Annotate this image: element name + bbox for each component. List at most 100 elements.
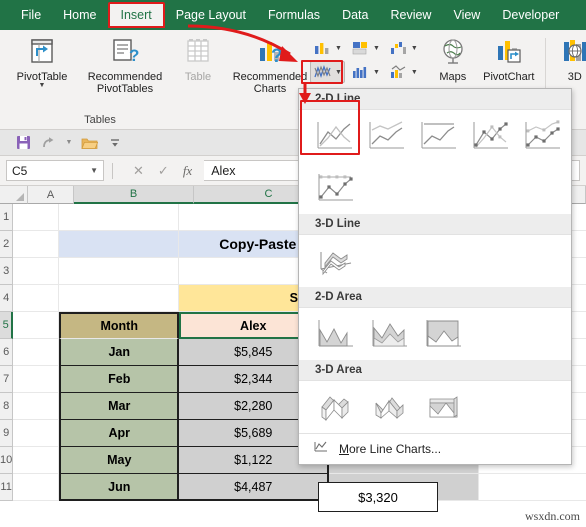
cell-a6[interactable] [13, 339, 60, 366]
line-with-markers-option[interactable] [467, 116, 513, 156]
month-cell-jun[interactable]: Jun [59, 474, 180, 501]
cancel-icon[interactable]: ✕ [133, 163, 144, 179]
cell-a4[interactable] [13, 285, 60, 312]
ribbon-tab-formulas[interactable]: Formulas [257, 0, 331, 30]
name-box[interactable]: C5 ▼ [6, 160, 104, 181]
row-header-10[interactable]: 10 [0, 447, 14, 474]
table-label: Table [184, 71, 212, 83]
3d-line-option[interactable] [311, 241, 359, 281]
month-cell-apr[interactable]: Apr [59, 420, 180, 447]
ribbon-tab-data[interactable]: Data [331, 0, 379, 30]
ribbon-tab-page-layout[interactable]: Page Layout [165, 0, 257, 30]
stacked-line-option[interactable] [363, 116, 409, 156]
ribbon-tab-home[interactable]: Home [52, 0, 107, 30]
stacked-area-option[interactable] [365, 314, 413, 354]
maps-button[interactable]: Maps [430, 34, 476, 83]
column-chart-caret-icon[interactable]: ▼ [335, 45, 342, 52]
hierarchy-chart-caret-icon[interactable]: ▼ [373, 45, 380, 52]
100-stacked-area-option[interactable] [419, 314, 467, 354]
row-header-3[interactable]: 3 [0, 258, 14, 285]
insert-function-icon[interactable]: fx [183, 163, 192, 179]
column-chart-button[interactable]: ▼ [310, 37, 345, 59]
waterfall-chart-button[interactable]: ▼ [386, 37, 421, 59]
row-header-11[interactable]: 11 [0, 474, 14, 501]
ribbon-tab-review[interactable]: Review [379, 0, 442, 30]
redo-icon[interactable] [36, 133, 62, 153]
3d-area-option[interactable] [311, 387, 359, 427]
chart-type-button-grid: ▼ ▼ ▼ ▼ ▼ ▼ [310, 34, 424, 83]
100-stacked-line-with-markers-option[interactable] [311, 168, 359, 208]
ribbon-tab-file[interactable]: File [10, 0, 52, 30]
select-all-corner[interactable] [0, 186, 28, 204]
value-cell-jun[interactable]: $4,487 [179, 474, 330, 501]
100-stacked-line-option[interactable] [415, 116, 461, 156]
cell-a11[interactable] [13, 474, 60, 501]
month-cell-jan[interactable]: Jan [59, 339, 180, 366]
hierarchy-chart-button[interactable]: ▼ [348, 37, 383, 59]
recommended-pivottables-icon: ? [109, 36, 141, 68]
row-header-4[interactable]: 4 [0, 285, 14, 312]
row-header-5[interactable]: 5 [0, 312, 14, 339]
cell-b2[interactable] [59, 231, 180, 258]
table-button[interactable]: Table [172, 34, 224, 83]
row-header-2[interactable]: 2 [0, 231, 14, 258]
line-chart-caret-icon[interactable]: ▼ [335, 69, 342, 76]
waterfall-chart-caret-icon[interactable]: ▼ [411, 45, 418, 52]
ribbon-tab-view[interactable]: View [442, 0, 491, 30]
3d-map-button[interactable]: 3D [549, 34, 586, 83]
row-header-9[interactable]: 9 [0, 420, 14, 447]
line-chart-button[interactable]: ▼ [310, 61, 345, 83]
row-header-1[interactable]: 1 [0, 204, 14, 231]
column-header-b[interactable]: B [74, 186, 194, 204]
month-cell-mar[interactable]: Mar [59, 393, 180, 420]
cell-a8[interactable] [13, 393, 60, 420]
pivottable-caret-icon[interactable]: ▼ [39, 82, 46, 89]
column-header-a[interactable]: A [28, 186, 74, 204]
month-cell-may[interactable]: May [59, 447, 180, 474]
floating-value-cell[interactable]: $3,320 [318, 482, 438, 512]
cell-a10[interactable] [13, 447, 60, 474]
month-cell-feb[interactable]: Feb [59, 366, 180, 393]
cell-b4[interactable] [59, 285, 180, 312]
cell-e11[interactable] [479, 474, 586, 501]
combo-chart-caret-icon[interactable]: ▼ [411, 69, 418, 76]
cell-a5[interactable] [13, 312, 60, 339]
cell-b1[interactable] [59, 204, 180, 231]
redo-caret-icon[interactable]: ▼ [62, 133, 76, 153]
3d-stacked-area-option[interactable] [365, 387, 413, 427]
combo-chart-button[interactable]: ▼ [386, 61, 421, 83]
area-option[interactable] [311, 314, 359, 354]
month-header-cell[interactable]: Month [59, 312, 180, 339]
gallery-heading-3d-area: 3-D Area [299, 360, 571, 381]
name-box-caret-icon[interactable]: ▼ [90, 166, 98, 175]
pivottable-button[interactable]: PivotTable ▼ [6, 34, 78, 89]
watermark: wsxdn.com [525, 509, 580, 523]
pivotchart-button[interactable]: PivotChart [476, 34, 542, 83]
enter-check-icon[interactable]: ✓ [158, 163, 169, 179]
svg-text:?: ? [271, 46, 283, 67]
ribbon-tab-insert[interactable]: Insert [107, 2, 165, 28]
customize-qat-icon[interactable] [102, 133, 128, 153]
row-header-6[interactable]: 6 [0, 339, 14, 366]
ribbon-tab-developer[interactable]: Developer [491, 0, 570, 30]
3d-100-stacked-area-option[interactable] [419, 387, 467, 427]
statistic-chart-caret-icon[interactable]: ▼ [373, 69, 380, 76]
open-folder-icon[interactable] [76, 133, 102, 153]
cell-a3[interactable] [13, 258, 60, 285]
row-header-8[interactable]: 8 [0, 393, 14, 420]
pivotchart-label: PivotChart [483, 71, 535, 83]
cell-b3[interactable] [59, 258, 180, 285]
cell-a9[interactable] [13, 420, 60, 447]
stacked-line-with-markers-option[interactable] [519, 116, 565, 156]
cell-a7[interactable] [13, 366, 60, 393]
recommended-charts-button[interactable]: ? Recommended Charts [230, 34, 310, 95]
row-header-7[interactable]: 7 [0, 366, 14, 393]
cell-a2[interactable] [13, 231, 60, 258]
line-chart-gallery-dropdown: 2-D Line 3-D Line 2-D Area 3-D Area More… [298, 88, 572, 465]
recommended-pivottables-button[interactable]: ? Recommended PivotTables [78, 34, 172, 95]
line-chart-option[interactable] [311, 116, 357, 156]
more-line-charts-item[interactable]: More Line Charts... [299, 433, 571, 464]
save-icon[interactable] [10, 133, 36, 153]
statistic-chart-button[interactable]: ▼ [348, 61, 383, 83]
cell-a1[interactable] [13, 204, 60, 231]
